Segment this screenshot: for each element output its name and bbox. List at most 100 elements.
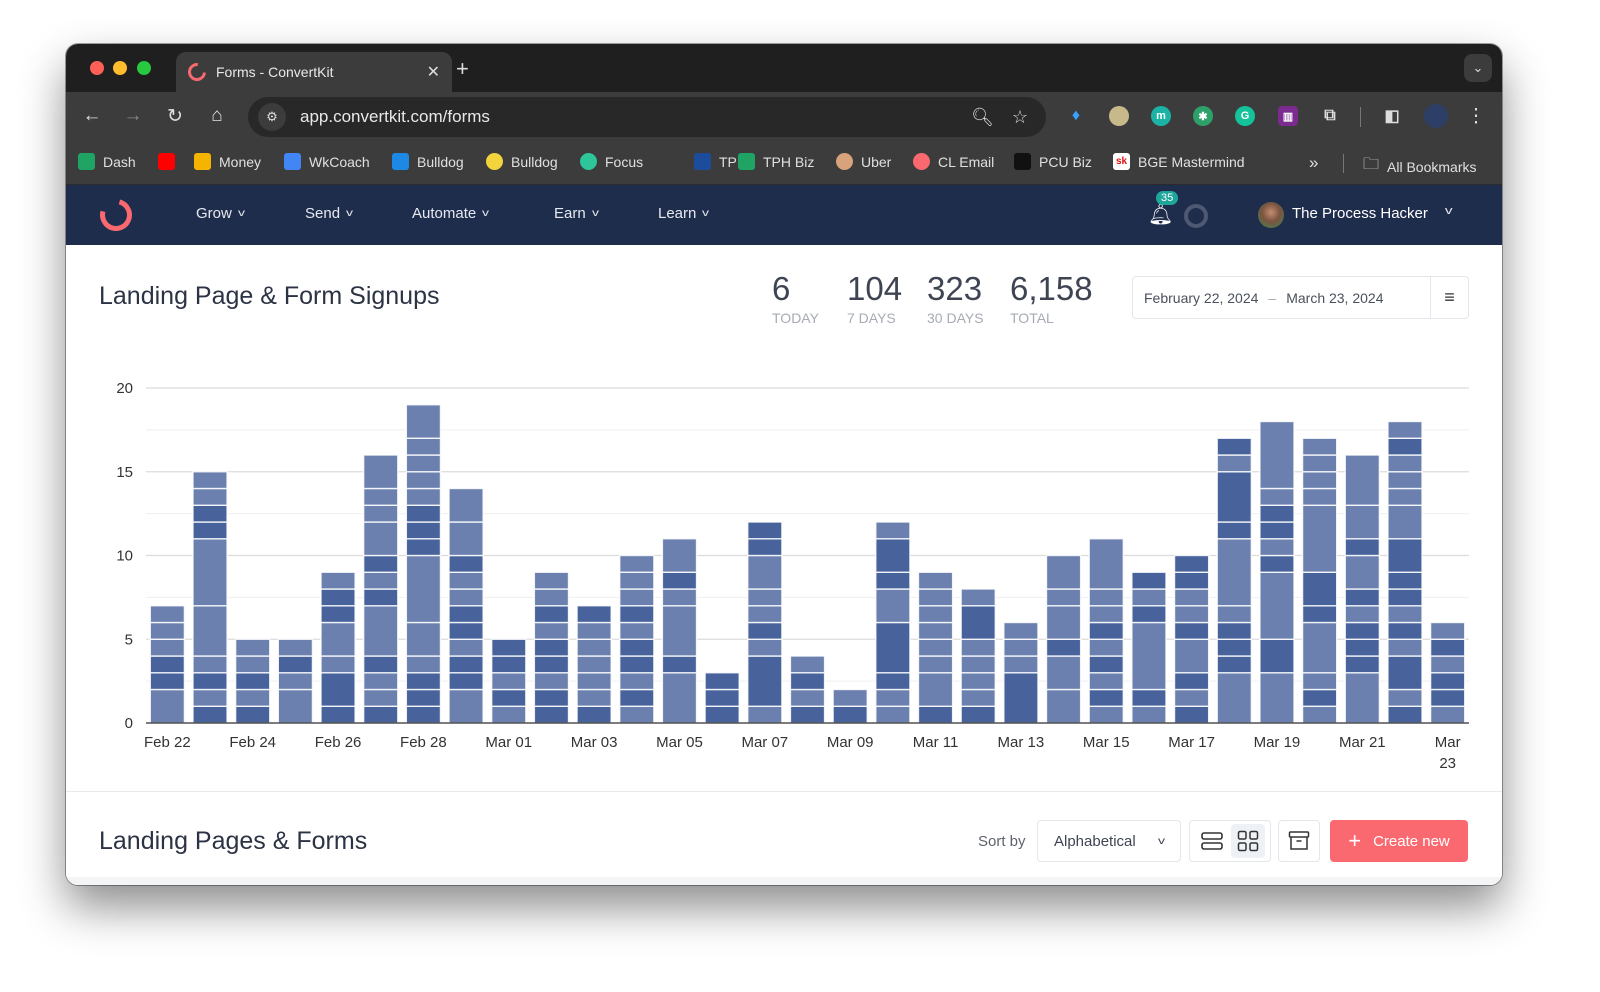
date-range-picker[interactable]: February 22, 2024– March 23, 2024 ≡ xyxy=(1132,276,1469,319)
nav-menu-earn[interactable]: Earn v xyxy=(554,205,599,222)
nav-menu-learn[interactable]: Learn v xyxy=(658,205,709,222)
hamburger-menu-icon[interactable]: ≡ xyxy=(1430,277,1468,318)
bookmark-item[interactable] xyxy=(158,153,183,170)
bar-segment xyxy=(490,672,527,691)
bookmark-star-icon[interactable]: ☆ xyxy=(1012,107,1028,128)
bar-segment xyxy=(1216,437,1253,456)
extension-puzzle-green-icon[interactable]: ✱ xyxy=(1193,106,1213,126)
reload-icon[interactable]: ↻ xyxy=(163,105,187,128)
bar-segment xyxy=(704,688,740,707)
bar-segment xyxy=(576,688,612,707)
bar-segment xyxy=(661,655,698,674)
bar-segment xyxy=(875,688,911,707)
tab-close-icon[interactable]: ✕ xyxy=(427,62,440,82)
bookmark-item[interactable]: Bulldog xyxy=(392,153,464,170)
diamond-extension-icon[interactable]: ♦ xyxy=(1066,106,1086,126)
zoom-magnifier-icon[interactable]: 🔍︎ xyxy=(971,107,994,128)
bookmark-item[interactable]: WkCoach xyxy=(284,153,370,170)
all-bookmarks-button[interactable]: 🗀 All Bookmarks xyxy=(1363,153,1476,180)
section-divider xyxy=(66,791,1502,792)
bar-segment xyxy=(1216,638,1253,657)
bar-segment xyxy=(405,688,442,707)
bar-segment xyxy=(490,688,527,707)
bulldog-k-icon xyxy=(392,153,409,170)
close-window-button[interactable] xyxy=(90,61,104,75)
bar-segment xyxy=(661,605,698,657)
extensions-puzzle-icon[interactable]: ⧉ xyxy=(1320,106,1340,126)
bookmark-item[interactable]: Focus xyxy=(580,153,643,170)
bookmark-item[interactable]: TPH Biz xyxy=(738,153,814,170)
bar-segment xyxy=(362,504,399,523)
stat-value: 6 xyxy=(772,270,791,307)
bar-segment xyxy=(1387,420,1423,439)
bar-segment xyxy=(1429,655,1466,674)
url-text[interactable]: app.convertkit.com/forms xyxy=(300,107,971,127)
address-bar[interactable]: ⚙ app.convertkit.com/forms 🔍︎ ☆ xyxy=(248,97,1046,137)
bookmark-item[interactable]: Dash xyxy=(78,153,136,170)
notification-bell-icon[interactable]: 🔔︎ xyxy=(1148,202,1173,227)
back-arrow-icon[interactable]: ← xyxy=(80,105,104,127)
new-tab-button[interactable]: + xyxy=(456,56,469,82)
grid-view-button[interactable] xyxy=(1231,824,1265,858)
browser-tab-active[interactable]: Forms - ConvertKit ✕ xyxy=(176,52,452,92)
bar-segment xyxy=(1344,538,1381,557)
bar-segment xyxy=(661,571,698,590)
user-name[interactable]: The Process Hacker xyxy=(1292,205,1428,222)
forward-arrow-icon[interactable]: → xyxy=(121,105,145,127)
date-range-text[interactable]: February 22, 2024– March 23, 2024 xyxy=(1133,290,1430,306)
home-icon[interactable]: ⌂ xyxy=(205,105,229,127)
bar-segment xyxy=(747,638,783,657)
bookmark-label: Bulldog xyxy=(511,153,558,170)
extension-coin-icon[interactable] xyxy=(1109,106,1129,126)
bar-segment xyxy=(448,672,484,691)
drive-icon xyxy=(194,153,211,170)
minimize-window-button[interactable] xyxy=(113,61,127,75)
bar-segment xyxy=(1259,538,1295,557)
side-panel-icon[interactable]: ◧ xyxy=(1382,106,1402,126)
bar-segment xyxy=(405,672,442,691)
bookmark-item[interactable]: CL Email xyxy=(913,153,994,170)
nav-menu-send[interactable]: Send v xyxy=(305,205,353,222)
user-menu-chevron-icon[interactable]: v xyxy=(1445,205,1453,217)
archive-button[interactable] xyxy=(1278,820,1320,862)
nav-menu-grow[interactable]: Grow v xyxy=(196,205,245,222)
profile-avatar-icon[interactable] xyxy=(1424,104,1448,128)
convertkit-logo-icon[interactable] xyxy=(94,193,138,237)
bookmark-item[interactable]: Money xyxy=(194,153,261,170)
bar-segment xyxy=(362,588,399,607)
bar-segment xyxy=(917,621,954,640)
site-settings-icon[interactable]: ⚙ xyxy=(258,103,286,131)
maximize-window-button[interactable] xyxy=(137,61,151,75)
bar-segment xyxy=(960,705,996,724)
view-toggle xyxy=(1189,820,1271,862)
bar-segment xyxy=(362,705,399,724)
browser-menu-kebab-icon[interactable]: ⋮ xyxy=(1464,105,1488,128)
bookmark-item[interactable]: Uber xyxy=(836,153,891,170)
user-avatar[interactable] xyxy=(1258,202,1284,228)
bookmark-item[interactable]: sk BGE Mastermind xyxy=(1113,153,1245,170)
grammarly-icon[interactable]: G xyxy=(1235,106,1255,126)
nav-menu-automate[interactable]: Automate v xyxy=(412,205,489,222)
tab-search-chevron-icon[interactable]: ⌄ xyxy=(1464,54,1492,82)
bar-segment xyxy=(192,521,228,540)
bar-segment xyxy=(576,705,612,724)
bookmark-item[interactable]: Bulldog xyxy=(486,153,558,170)
bar-segment xyxy=(576,638,612,657)
bookmark-label: Money xyxy=(219,153,262,170)
sort-select[interactable]: Alphabetical v xyxy=(1037,820,1181,862)
extension-m-icon[interactable]: m xyxy=(1151,106,1171,126)
bar-segment xyxy=(1387,538,1423,573)
bar-segment xyxy=(1344,655,1381,674)
bookmark-item[interactable]: PCU Biz xyxy=(1014,153,1092,170)
stat-total: 6,158 TOTAL xyxy=(1010,269,1093,326)
bar-segment xyxy=(277,688,314,724)
create-new-button[interactable]: + Create new xyxy=(1330,820,1468,862)
extension-chart-icon[interactable]: ▥ xyxy=(1278,106,1298,126)
bar-segment xyxy=(917,571,954,590)
bookmark-label: BGE Mastermind xyxy=(1138,153,1245,170)
bookmarks-overflow-icon[interactable]: » xyxy=(1309,153,1318,173)
bar-segment xyxy=(1301,672,1338,691)
signups-stacked-bar-chart: 0 5 10 15 20 Feb 22 Feb 24 Feb 26 Feb 28 Mar 01 Ma… xyxy=(116,380,1469,772)
list-view-button[interactable] xyxy=(1195,824,1229,858)
bar-segment xyxy=(234,672,271,691)
